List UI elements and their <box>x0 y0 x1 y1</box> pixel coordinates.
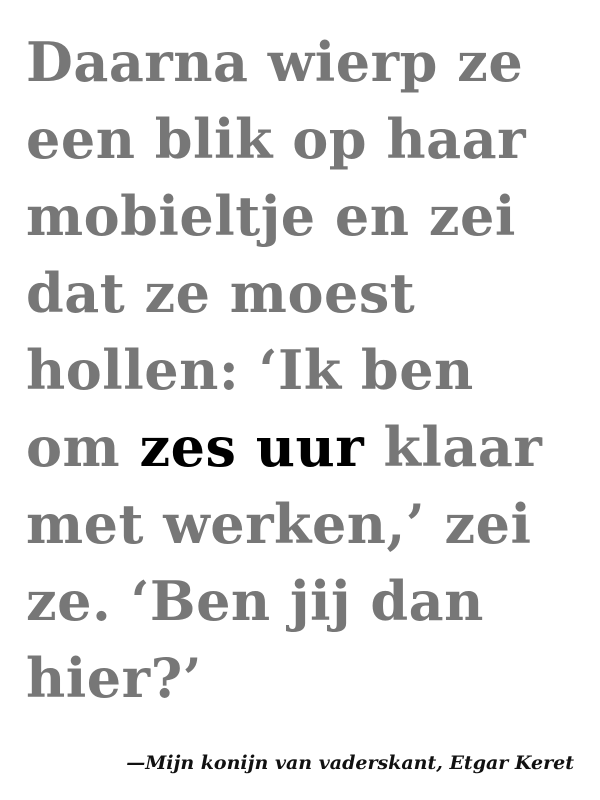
emphasized-phrase: zes uur <box>139 415 365 479</box>
quote-line: hollen: ‘Ik ben <box>26 338 474 402</box>
quote-fragment: om <box>26 415 140 479</box>
quote-line: Daarna wierp ze <box>26 30 524 94</box>
quote-line: een blik op haar <box>26 107 527 171</box>
quote-text: Daarna wierp ze een blik op haar mobielt… <box>26 24 586 717</box>
quote-line: ze. ‘Ben jij dan <box>26 569 484 633</box>
quote-line: hier?’ <box>26 646 203 710</box>
quote-attribution: —Mijn konijn van vaderskant, Etgar Keret <box>126 752 574 774</box>
quote-line: met werken,’ zei <box>26 492 532 556</box>
quote-line: dat ze moest <box>26 261 416 325</box>
quote-fragment: klaar <box>364 415 543 479</box>
quote-line-emphasis-row: om zes uur klaar <box>26 409 586 486</box>
quote-line: mobieltje en zei <box>26 184 516 248</box>
